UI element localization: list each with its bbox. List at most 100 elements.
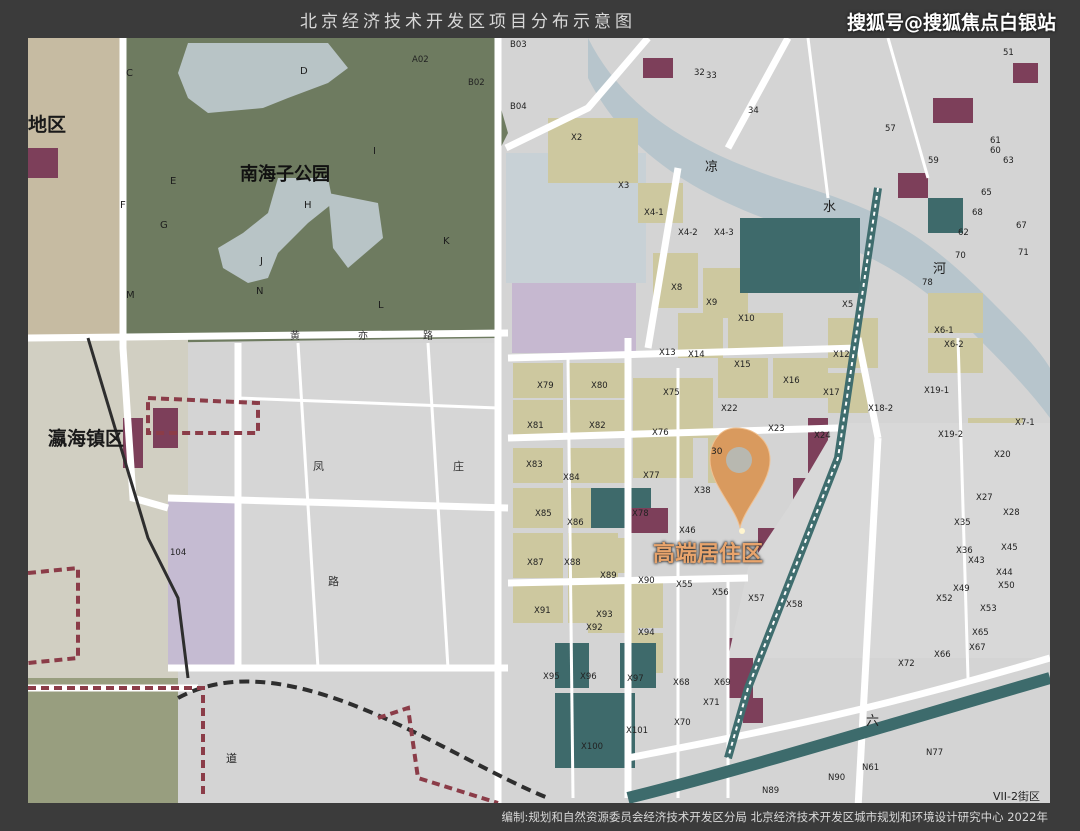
block-code-label: X100 [581, 742, 604, 752]
pin-glow [739, 528, 745, 534]
sheet-label: VII-2街区 [993, 790, 1040, 803]
block-code-label: 33 [706, 71, 717, 81]
block-code-label: B04 [510, 102, 527, 112]
block-code-label: 60 [990, 146, 1001, 156]
south-grid [178, 668, 508, 803]
river-char-2: 水 [823, 200, 837, 215]
block-code-label: X88 [564, 558, 581, 568]
block-code-label: X53 [980, 604, 997, 614]
block-code-label: X16 [783, 376, 800, 386]
block-code-label: X20 [994, 450, 1011, 460]
block-code-label: 71 [1018, 248, 1029, 258]
farmland-area [28, 678, 198, 803]
block-code-label: X2 [571, 133, 583, 143]
block-code-label: X90 [638, 576, 655, 586]
block-code-label: X76 [652, 428, 669, 438]
block-code-label: X69 [714, 678, 731, 688]
road3-char-1: 六 [866, 714, 880, 729]
block-code-label: 63 [1003, 156, 1014, 166]
river-char-3: 河 [933, 262, 947, 277]
block-code-label: X6-2 [944, 340, 964, 350]
block-code-label: X3 [618, 181, 630, 191]
road-char-3: 路 [423, 331, 433, 342]
park-letter: E [170, 176, 177, 187]
block-code-label: X81 [527, 421, 544, 431]
block-code-label: 61 [990, 136, 1001, 146]
block-code-label: X79 [537, 381, 554, 391]
block-code-label: X82 [589, 421, 606, 431]
block-code-label: 62 [958, 228, 969, 238]
block-code-label: X77 [643, 471, 660, 481]
block-code-label: N90 [828, 773, 846, 783]
title-bar: 北京经济技术开发区项目分布示意图 搜狐号@搜狐焦点白银站 [0, 0, 1080, 38]
block-code-label: X6-1 [934, 326, 954, 336]
block-code-label: X7-1 [1015, 418, 1035, 428]
block-code-label: X87 [527, 558, 544, 568]
left-district [28, 38, 123, 338]
block-code-label: X5 [842, 300, 854, 310]
park-letter: H [304, 200, 312, 211]
road2-char-1: 凤 [313, 460, 324, 473]
block-code-label: X55 [676, 580, 693, 590]
block-code-label: X36 [956, 546, 973, 556]
block-code-label: X12 [833, 350, 850, 360]
block-code-label: 78 [922, 278, 933, 288]
park-letter: I [373, 146, 376, 157]
block-code-label: B02 [468, 78, 485, 88]
block-code-label: N89 [762, 786, 780, 796]
highlight-residential-label: 高端居住区 [653, 542, 764, 567]
block-code-label: X97 [627, 674, 644, 684]
map-poster: 北京经济技术开发区项目分布示意图 搜狐号@搜狐焦点白银站 南海子公园 瀛海镇区 … [0, 0, 1080, 831]
block-code-label: X95 [543, 672, 560, 682]
map-canvas[interactable]: 南海子公园 瀛海镇区 地区 高端居住区 30 VII-2街区 凉 水 河 黄 亦… [28, 38, 1050, 803]
block-code-label: X85 [535, 509, 552, 519]
park-letter: D [300, 66, 308, 77]
yinghai-district-label: 瀛海镇区 [48, 428, 125, 450]
block-code-label: X68 [673, 678, 690, 688]
block-code-label: X49 [953, 584, 970, 594]
park-letter: L [378, 300, 384, 311]
park-letter: N [256, 286, 264, 297]
block-code-label: X92 [586, 623, 603, 633]
road3-char-2: 道 [226, 752, 237, 765]
road-char-1: 黄 [290, 331, 300, 342]
block-code-label: 32 [694, 68, 705, 78]
block-code-label: X101 [626, 726, 649, 736]
block-code-label: X78 [632, 509, 649, 519]
park-letter: K [443, 236, 450, 247]
block-code-label: 34 [748, 106, 759, 116]
block-code-label: 68 [972, 208, 983, 218]
block-code-label: 59 [928, 156, 939, 166]
block-code-label: X91 [534, 606, 551, 616]
block-code-label: X94 [638, 628, 655, 638]
block-code-label: X18-2 [868, 404, 894, 414]
block-code-label: X10 [738, 314, 755, 324]
block-code-label: X46 [679, 526, 696, 536]
block-code-label: B03 [510, 40, 527, 50]
road2-char-2: 庄 [453, 460, 464, 473]
block-code-label: X15 [734, 360, 751, 370]
park-letter: C [126, 68, 133, 79]
block-code-label: X43 [968, 556, 985, 566]
block-code-label: X75 [663, 388, 680, 398]
block-code-label: X19-2 [938, 430, 964, 440]
block-code-label: X86 [567, 518, 584, 528]
block-code-label: N61 [862, 763, 880, 773]
pin-center [726, 447, 752, 473]
block-code-label: 67 [1016, 221, 1027, 231]
block-code-label: X23 [768, 424, 785, 434]
block-code-label: X27 [976, 493, 993, 503]
footer: 编制:规划和自然资源委员会经济技术开发区分局 北京经济技术开发区城市规划和环境设… [0, 803, 1080, 831]
block-code-label: X96 [580, 672, 597, 682]
block-code-label: 104 [170, 548, 187, 558]
block-code-label: X14 [688, 350, 705, 360]
block-code-label: X50 [998, 581, 1015, 591]
map-title: 北京经济技术开发区项目分布示意图 [300, 12, 636, 32]
block-code-label: X93 [596, 610, 613, 620]
block-code-label: X35 [954, 518, 971, 528]
road-char-2: 亦 [358, 331, 368, 342]
block-code-label: A02 [412, 55, 429, 65]
block-code-label: X80 [591, 381, 608, 391]
top-left-district-label: 地区 [28, 114, 67, 136]
road2-char-3: 路 [328, 575, 339, 588]
